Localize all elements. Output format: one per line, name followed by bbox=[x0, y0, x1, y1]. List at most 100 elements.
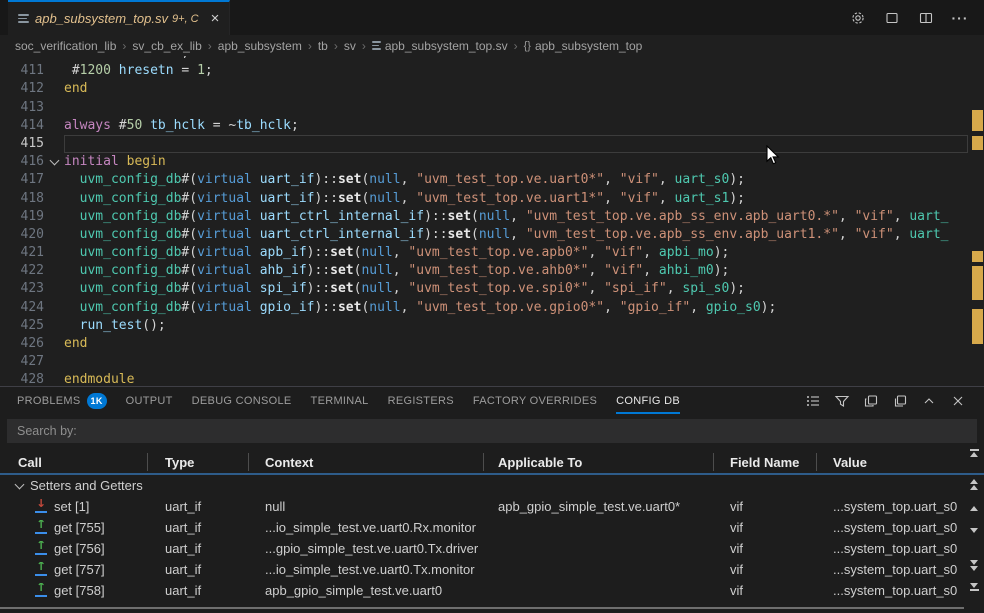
column-header-type[interactable]: Type bbox=[147, 449, 248, 475]
table-row[interactable]: ↑get [758]uart_ifapb_gpio_simple_test.ve… bbox=[0, 580, 984, 601]
line-number: 422 bbox=[0, 262, 44, 280]
row-down-button[interactable] bbox=[968, 528, 980, 533]
set-icon: ↓ bbox=[34, 500, 48, 513]
code-line[interactable]: 415 bbox=[0, 135, 968, 153]
table-row[interactable]: ↑get [755]uart_if...io_simple_test.ve.ua… bbox=[0, 517, 984, 538]
code-editor[interactable]: 410 #1 hresetn = 0;411 #1200 hresetn = 1… bbox=[0, 56, 968, 386]
cell-type: uart_if bbox=[147, 499, 248, 514]
code-line[interactable]: 422 uvm_config_db#(virtual ahb_if)::set(… bbox=[0, 262, 968, 280]
breadcrumb-file[interactable]: apb_subsystem_top.sv bbox=[372, 39, 508, 53]
open-in-editor-button[interactable] bbox=[861, 391, 881, 411]
breadcrumb: soc_verification_lib›sv_cb_ex_lib›apb_su… bbox=[0, 35, 984, 56]
page-up-button[interactable] bbox=[968, 479, 980, 490]
call-label: get [755] bbox=[54, 520, 105, 535]
panel-tab-registers[interactable]: REGISTERS bbox=[388, 387, 454, 415]
panel-tab-factory-overrides[interactable]: FACTORY OVERRIDES bbox=[473, 387, 597, 415]
layout-button[interactable] bbox=[882, 8, 902, 28]
line-number: 423 bbox=[0, 280, 44, 298]
group-label: Setters and Getters bbox=[30, 478, 143, 493]
panel-tab-problems[interactable]: PROBLEMS1K bbox=[17, 387, 107, 415]
code-line[interactable]: 419 uvm_config_db#(virtual uart_ctrl_int… bbox=[0, 208, 968, 226]
scroll-to-bottom-button[interactable] bbox=[968, 583, 980, 591]
table-row[interactable]: ↑get [757]uart_if...io_simple_test.ve.ua… bbox=[0, 559, 984, 580]
filter-button[interactable] bbox=[832, 391, 852, 411]
column-header-field-name[interactable]: Field Name bbox=[713, 449, 816, 475]
cell-value: ...system_top.uart_s0 bbox=[816, 499, 984, 514]
list-icon bbox=[805, 393, 821, 409]
code-line[interactable]: 411 #1200 hresetn = 1; bbox=[0, 62, 968, 80]
panel-tab-label: REGISTERS bbox=[388, 395, 454, 407]
duplicate-panel-icon bbox=[892, 393, 908, 409]
cell-context: ...io_simple_test.ve.uart0.Rx.monitor bbox=[248, 520, 483, 535]
line-number: 417 bbox=[0, 171, 44, 189]
line-number: 420 bbox=[0, 226, 44, 244]
close-tab-icon[interactable]: × bbox=[211, 11, 220, 26]
code-line[interactable]: 414always #50 tb_hclk = ~tb_hclk; bbox=[0, 117, 968, 135]
cell-call: ↑get [758] bbox=[0, 583, 147, 598]
code-line[interactable]: 424 uvm_config_db#(virtual gpio_if)::set… bbox=[0, 299, 968, 317]
scroll-to-top-button[interactable] bbox=[968, 449, 980, 457]
chevron-down-icon[interactable] bbox=[49, 156, 59, 166]
row-up-button[interactable] bbox=[968, 506, 980, 511]
code-line[interactable]: 426end bbox=[0, 335, 968, 353]
breadcrumb-separator: › bbox=[206, 39, 214, 53]
code-line[interactable]: 423 uvm_config_db#(virtual spi_if)::set(… bbox=[0, 280, 968, 298]
column-header-call[interactable]: Call bbox=[0, 449, 147, 475]
code-line[interactable]: 418 uvm_config_db#(virtual uart_if)::set… bbox=[0, 190, 968, 208]
column-header-value[interactable]: Value bbox=[816, 449, 984, 475]
overview-ruler[interactable] bbox=[968, 56, 984, 386]
breadcrumb-item[interactable]: soc_verification_lib bbox=[15, 39, 116, 53]
group-row-setters-and-getters[interactable]: Setters and Getters bbox=[0, 475, 984, 496]
breadcrumb-item[interactable]: sv_cb_ex_lib bbox=[132, 39, 201, 53]
panel-tab-label: OUTPUT bbox=[126, 395, 173, 407]
panel-tab-terminal[interactable]: TERMINAL bbox=[311, 387, 369, 415]
fold-column bbox=[44, 353, 64, 371]
warning-marker bbox=[972, 309, 983, 344]
table-row[interactable]: ↑get [756]uart_if...gpio_simple_test.ve.… bbox=[0, 538, 984, 559]
code-line[interactable]: 412end bbox=[0, 80, 968, 98]
close-panel-button[interactable] bbox=[948, 391, 968, 411]
column-header-applicable-to[interactable]: Applicable To bbox=[483, 449, 713, 475]
code-line[interactable]: 413 bbox=[0, 99, 968, 117]
code-line[interactable]: 416initial begin bbox=[0, 153, 968, 171]
split-editor-button[interactable] bbox=[916, 8, 936, 28]
page-down-button[interactable] bbox=[968, 560, 980, 571]
search-input[interactable] bbox=[7, 424, 977, 438]
table-row[interactable]: ↓set [1]uart_ifnullapb_gpio_simple_test.… bbox=[0, 496, 984, 517]
duplicate-panel-button[interactable] bbox=[890, 391, 910, 411]
table-horizontal-scrollbar[interactable] bbox=[0, 607, 964, 609]
cell-field-name: vif bbox=[713, 562, 816, 577]
fold-column bbox=[44, 153, 64, 171]
tab-apb-subsystem-top[interactable]: apb_subsystem_top.sv 9+, C × bbox=[8, 0, 230, 35]
list-button[interactable] bbox=[803, 391, 823, 411]
panel-tab-config-db[interactable]: CONFIG DB bbox=[616, 387, 680, 415]
more-button[interactable]: ··· bbox=[950, 8, 970, 28]
code-line[interactable]: 420 uvm_config_db#(virtual uart_ctrl_int… bbox=[0, 226, 968, 244]
editor-actions: ··· bbox=[848, 0, 984, 35]
code-line[interactable]: 427 bbox=[0, 353, 968, 371]
line-number: 419 bbox=[0, 208, 44, 226]
line-number: 421 bbox=[0, 244, 44, 262]
line-number: 411 bbox=[0, 62, 44, 80]
code-line[interactable]: 421 uvm_config_db#(virtual apb_if)::set(… bbox=[0, 244, 968, 262]
code-line[interactable]: 417 uvm_config_db#(virtual uart_if)::set… bbox=[0, 171, 968, 189]
cell-context: ...io_simple_test.ve.uart0.Tx.monitor bbox=[248, 562, 483, 577]
column-header-context[interactable]: Context bbox=[248, 449, 483, 475]
panel-tab-debug-console[interactable]: DEBUG CONSOLE bbox=[192, 387, 292, 415]
code-line[interactable]: 425 run_test(); bbox=[0, 317, 968, 335]
chevron-down-icon bbox=[15, 479, 25, 489]
code-line[interactable]: 428endmodule bbox=[0, 371, 968, 386]
cell-field-name: vif bbox=[713, 583, 816, 598]
panel-tab-output[interactable]: OUTPUT bbox=[126, 387, 173, 415]
fold-column bbox=[44, 335, 64, 353]
breadcrumb-item[interactable]: sv bbox=[344, 39, 356, 53]
collapse-panel-button[interactable] bbox=[919, 391, 939, 411]
call-label: get [756] bbox=[54, 541, 105, 556]
breadcrumb-symbol[interactable]: {}apb_subsystem_top bbox=[524, 39, 643, 53]
settings-gear-button[interactable] bbox=[848, 8, 868, 28]
line-number: 414 bbox=[0, 117, 44, 135]
cell-type: uart_if bbox=[147, 562, 248, 577]
breadcrumb-item[interactable]: tb bbox=[318, 39, 328, 53]
breadcrumb-item[interactable]: apb_subsystem bbox=[218, 39, 302, 53]
cell-context: apb_gpio_simple_test.ve.uart0 bbox=[248, 583, 483, 598]
